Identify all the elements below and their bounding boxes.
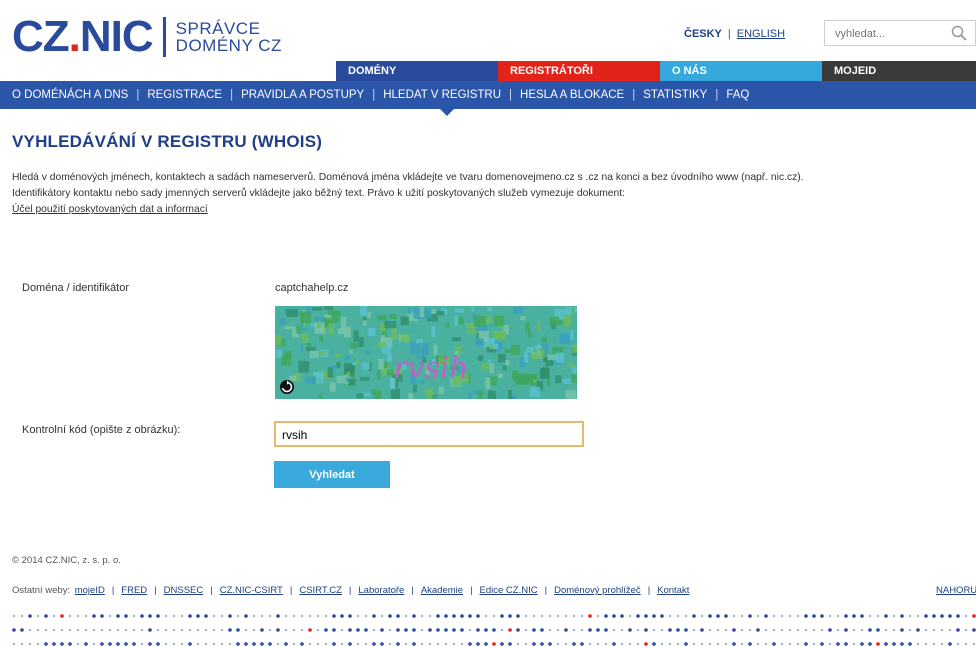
- footer-link-fred[interactable]: FRED: [121, 585, 147, 596]
- logo-tagline: SPRÁVCE DOMÉNY CZ: [176, 20, 282, 54]
- lang-czech[interactable]: ČESKY: [684, 28, 722, 40]
- copyright: © 2014 CZ.NIC, z. s. p. o.: [12, 555, 121, 566]
- search-icon[interactable]: [951, 25, 967, 41]
- tab-mojeid-label: MOJEID: [834, 65, 877, 77]
- tab-domeny[interactable]: DOMÉNY: [336, 61, 498, 81]
- lang-english[interactable]: ENGLISH: [737, 28, 785, 40]
- nav-separator: |: [509, 89, 513, 101]
- nav-separator: |: [136, 89, 140, 101]
- footer-separator: |: [210, 585, 213, 596]
- intro-line-1: Hledá v doménových jménech, kontaktech a…: [12, 172, 804, 183]
- captcha-text: rvsih: [393, 351, 469, 386]
- captcha-code-input[interactable]: [280, 423, 574, 447]
- lang-separator: |: [727, 28, 731, 40]
- other-sites-label: Ostatní weby:: [12, 585, 71, 596]
- language-switch: ČESKY | ENGLISH: [684, 28, 785, 40]
- domain-label: Doména / identifikátor: [22, 282, 129, 294]
- footer-separator: |: [647, 585, 651, 596]
- footer-separator: |: [470, 585, 473, 596]
- footer-link-akademie[interactable]: Akademie: [421, 585, 463, 596]
- refresh-captcha-icon[interactable]: [279, 379, 295, 395]
- nav-item-pravidla[interactable]: PRAVIDLA A POSTUPY: [241, 89, 364, 101]
- main-navigation: O DOMÉNÁCH A DNS | REGISTRACE | PRAVIDLA A P…: [0, 81, 976, 109]
- nav-item-statistiky[interactable]: STATISTIKY: [643, 89, 707, 101]
- page-title: VYHLEDÁVÁNÍ V REGISTRU (WHOIS): [12, 132, 323, 151]
- logo-divider: [162, 17, 166, 57]
- code-label: Kontrolní kód (opište z obrázku):: [22, 424, 181, 436]
- footer-separator: |: [411, 585, 414, 596]
- nav-item-registrace[interactable]: REGISTRACE: [147, 89, 222, 101]
- footer-separator: |: [289, 585, 293, 596]
- code-field: [274, 421, 584, 447]
- footer-link-csirt-cz[interactable]: CSIRT.CZ: [299, 585, 342, 596]
- footer-link-kontakt[interactable]: Kontakt: [657, 585, 689, 596]
- terms-link[interactable]: Účel použití poskytovaných dat a informa…: [12, 204, 208, 215]
- logo-tagline-line2: DOMÉNY CZ: [175, 36, 282, 55]
- footer-links: Ostatní weby: mojeID | FRED | DNSSEC | CZ.NIC-…: [12, 585, 691, 596]
- nav-separator: |: [715, 89, 719, 101]
- intro-text: Hledá v doménových jménech, kontaktech a…: [12, 170, 972, 218]
- nav-separator: |: [372, 89, 376, 101]
- footer-link-csirt[interactable]: CZ.NIC-CSIRT: [220, 585, 283, 596]
- cznic-logo[interactable]: CZ.NIC SPRÁVCE DOMÉNY CZ: [12, 14, 282, 60]
- tab-o-nas-label: O NÁS: [672, 65, 707, 77]
- captcha-image: rvsih: [275, 306, 577, 399]
- nav-item-hesla[interactable]: HESLA A BLOKACE: [520, 89, 624, 101]
- nav-item-hledat-active[interactable]: HLEDAT V REGISTRU: [383, 89, 501, 101]
- site-search: [824, 20, 976, 46]
- footer-link-laboratore[interactable]: Laboratoře: [358, 585, 404, 596]
- footer-separator: |: [544, 585, 548, 596]
- footer-separator: |: [348, 585, 352, 596]
- nav-item-faq[interactable]: FAQ: [726, 89, 749, 101]
- tab-mojeid[interactable]: MOJEID: [822, 61, 976, 81]
- footer-link-edice[interactable]: Edice CZ.NIC: [480, 585, 538, 596]
- nav-separator: |: [230, 89, 234, 101]
- tab-registratori[interactable]: REGISTRÁTOŘI: [498, 61, 660, 81]
- domain-value: captchahelp.cz: [275, 282, 349, 294]
- active-nav-pointer: [440, 109, 454, 116]
- search-input[interactable]: [833, 22, 957, 46]
- captcha-svg: rvsih: [275, 306, 577, 399]
- tab-registratori-label: REGISTRÁTOŘI: [510, 65, 593, 77]
- nav-item-o-domenach[interactable]: O DOMÉNÁCH A DNS: [12, 89, 128, 101]
- tab-domeny-label: DOMÉNY: [348, 65, 397, 77]
- search-button[interactable]: Vyhledat: [274, 461, 390, 488]
- tab-o-nas[interactable]: O NÁS: [660, 61, 822, 81]
- logo-mark: CZ.NIC: [12, 12, 154, 61]
- decorative-dot-pattern: [12, 614, 976, 646]
- footer-link-prohlizec[interactable]: Doménový prohlížeč: [554, 585, 641, 596]
- footer-separator: |: [154, 585, 157, 596]
- footer-link-mojeid[interactable]: mojeID: [75, 585, 105, 596]
- footer-separator: |: [111, 585, 115, 596]
- nav-separator: |: [632, 89, 636, 101]
- footer-link-dnssec[interactable]: DNSSEC: [164, 585, 204, 596]
- intro-line-2: Identifikátory kontaktu nebo sady jmenný…: [12, 188, 625, 199]
- back-to-top-link[interactable]: NAHORU: [936, 585, 976, 596]
